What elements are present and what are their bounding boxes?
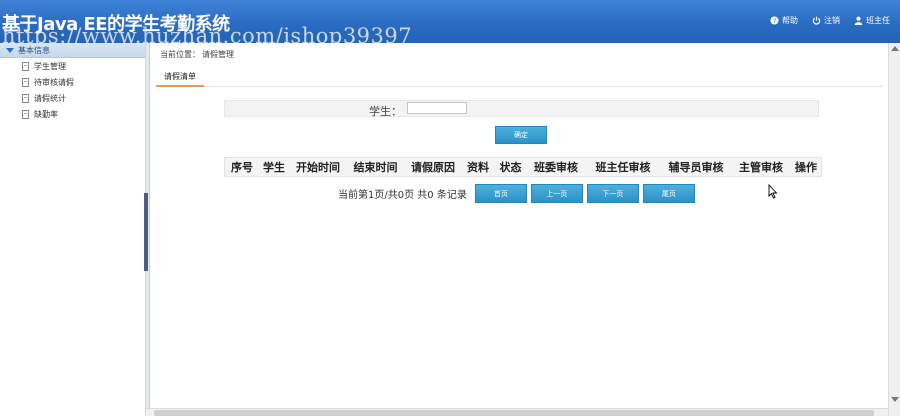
vertical-scrollbar[interactable] bbox=[888, 43, 900, 416]
student-field-label: 学生： bbox=[369, 105, 402, 118]
breadcrumb: 当前位置： 请假管理 bbox=[160, 49, 234, 60]
search-bar: 学生： bbox=[224, 100, 819, 118]
splitter-handle[interactable] bbox=[144, 193, 148, 271]
column-header: 序号 bbox=[231, 161, 253, 174]
document-icon bbox=[22, 109, 29, 119]
column-header: 学生 bbox=[263, 161, 285, 174]
sidebar-item-leave-stats[interactable]: 请假统计 bbox=[0, 90, 145, 106]
sidebar-item-label: 请假统计 bbox=[34, 93, 66, 103]
logout-link[interactable]: 注销 bbox=[812, 15, 840, 26]
horizontal-scroll-thumb[interactable] bbox=[154, 410, 874, 416]
sidebar: 基本信息 学生管理 待审核请假 请假统计 缺勤率 bbox=[0, 43, 146, 416]
sidebar-section-header[interactable]: 基本信息 bbox=[0, 43, 145, 58]
column-header: 请假原因 bbox=[411, 161, 455, 174]
column-header: 主管审核 bbox=[739, 161, 783, 174]
column-header: 开始时间 bbox=[296, 161, 340, 174]
help-icon: ? bbox=[770, 16, 779, 25]
sidebar-section-title: 基本信息 bbox=[18, 45, 50, 55]
user-link[interactable]: 班主任 bbox=[854, 15, 890, 26]
column-header: 结束时间 bbox=[353, 161, 398, 174]
user-icon bbox=[854, 16, 863, 25]
pager: 当前第1页/共0页 共0 条记录 首页 上一页 下一页 尾页 bbox=[338, 184, 699, 203]
logout-label: 注销 bbox=[824, 16, 840, 25]
column-header: 班主任审核 bbox=[595, 161, 651, 174]
svg-text:?: ? bbox=[773, 18, 776, 25]
document-icon bbox=[22, 61, 29, 71]
last-page-button[interactable]: 尾页 bbox=[642, 184, 695, 203]
sidebar-item-pending-leave[interactable]: 待审核请假 bbox=[0, 74, 145, 90]
student-search-input[interactable] bbox=[407, 102, 467, 114]
scroll-up-icon[interactable] bbox=[891, 46, 899, 51]
help-link[interactable]: ? 帮助 bbox=[770, 15, 798, 26]
next-page-button[interactable]: 下一页 bbox=[586, 184, 639, 203]
top-nav: ? 帮助 注销 班主任 bbox=[770, 15, 890, 26]
tab-bar: 请假清单 bbox=[156, 67, 883, 87]
horizontal-scrollbar[interactable] bbox=[146, 408, 888, 416]
breadcrumb-prefix: 当前位置： bbox=[160, 50, 200, 59]
main-content: 当前位置： 请假管理 请假清单 学生： 确定 序号 学生 开始时间 结束时间 请… bbox=[151, 43, 888, 416]
confirm-button[interactable]: 确定 bbox=[495, 126, 547, 144]
document-icon bbox=[22, 93, 29, 103]
prev-page-button[interactable]: 上一页 bbox=[530, 184, 583, 203]
sidebar-item-student-management[interactable]: 学生管理 bbox=[0, 58, 145, 74]
sidebar-item-label: 学生管理 bbox=[34, 61, 66, 71]
sidebar-item-label: 缺勤率 bbox=[34, 109, 58, 119]
app-header: 基于Java EE的学生考勤系统 https://www.huzhan.com/… bbox=[0, 0, 900, 48]
column-header: 班委审核 bbox=[534, 161, 578, 174]
first-page-button[interactable]: 首页 bbox=[474, 184, 527, 203]
user-label: 班主任 bbox=[866, 16, 890, 25]
column-header: 辅导员审核 bbox=[668, 161, 724, 174]
sidebar-item-absence-rate[interactable]: 缺勤率 bbox=[0, 106, 145, 122]
pager-info: 当前第1页/共0页 共0 条记录 bbox=[338, 190, 467, 201]
document-icon bbox=[22, 77, 29, 87]
mouse-cursor-icon bbox=[768, 184, 778, 199]
sidebar-item-label: 待审核请假 bbox=[34, 77, 74, 87]
help-label: 帮助 bbox=[782, 16, 798, 25]
scroll-down-icon[interactable] bbox=[891, 397, 899, 402]
column-header: 状态 bbox=[499, 161, 522, 174]
app-title: 基于Java EE的学生考勤系统 bbox=[2, 14, 230, 35]
collapse-triangle-icon bbox=[6, 47, 14, 53]
column-header: 操作 bbox=[795, 161, 817, 174]
table-header: 序号 学生 开始时间 结束时间 请假原因 资料 状态 班委审核 班主任审核 辅导… bbox=[224, 157, 822, 177]
tab-leave-list[interactable]: 请假清单 bbox=[156, 67, 204, 87]
breadcrumb-current: 请假管理 bbox=[202, 50, 234, 59]
power-icon bbox=[812, 16, 821, 25]
column-header: 资料 bbox=[467, 161, 489, 174]
